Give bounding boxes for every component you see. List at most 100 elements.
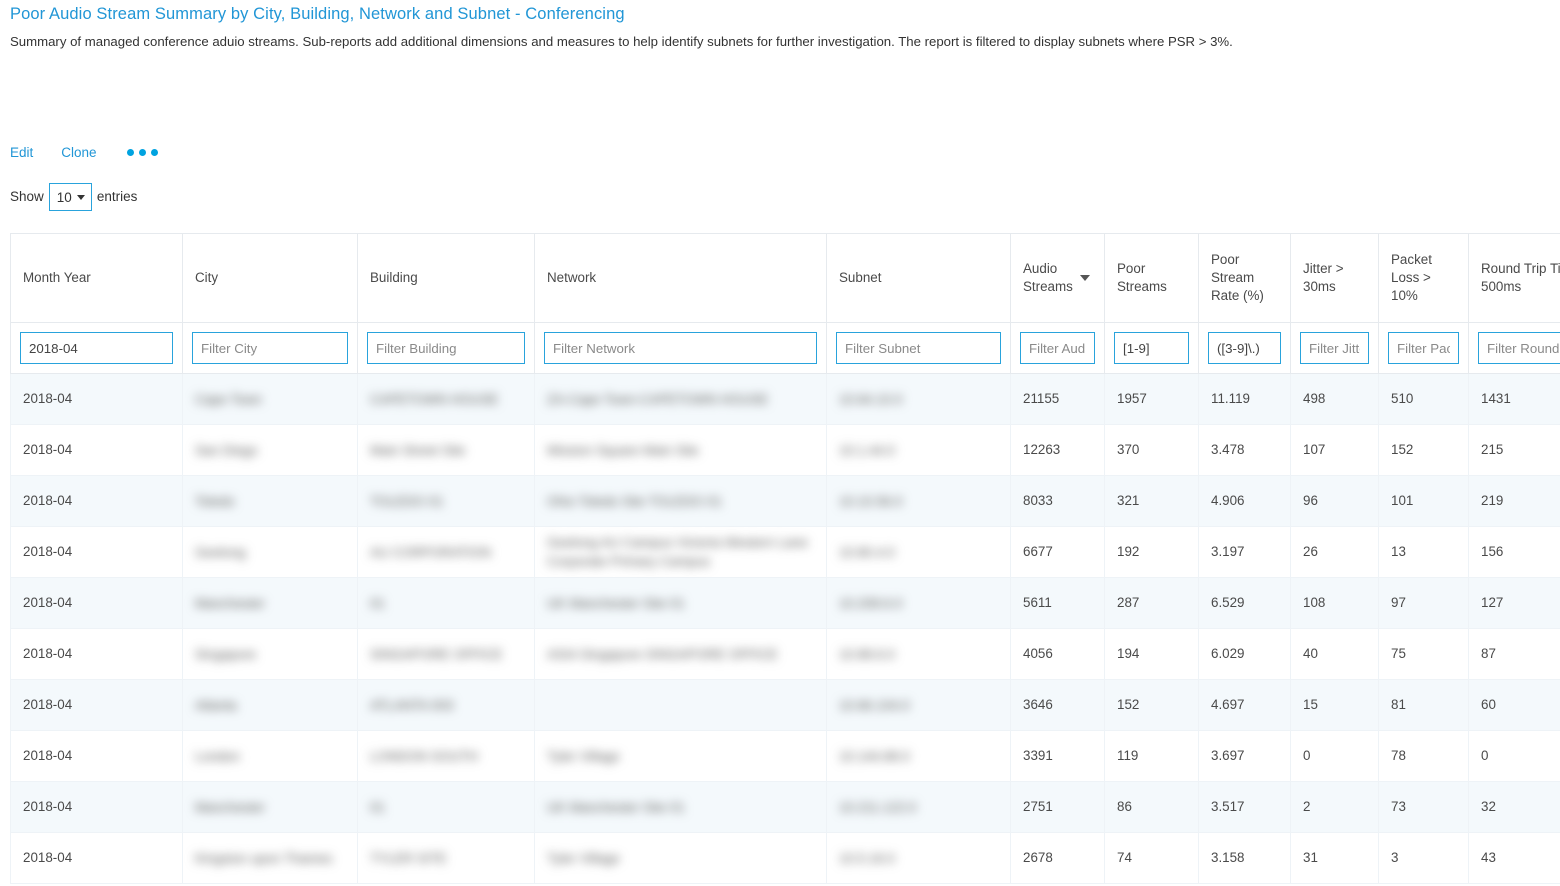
column-header-building[interactable]: Building <box>357 233 535 323</box>
column-header-jitter[interactable]: Jitter > 30ms <box>1290 233 1379 323</box>
entries-per-page-select[interactable]: 10 <box>48 183 92 211</box>
cell-value-month_year: 2018-04 <box>23 544 73 559</box>
cell-audio_streams: 3646 <box>1010 679 1105 731</box>
cell-building: CAPETOWN HOUSE <box>357 373 535 425</box>
cell-building: Main Street Site <box>357 424 535 476</box>
column-header-city[interactable]: City <box>182 233 358 323</box>
cell-value-jitter: 108 <box>1303 595 1326 610</box>
column-filter-row <box>10 322 1560 374</box>
filter-input-jitter[interactable] <box>1300 332 1369 364</box>
cell-value-round_trip_time: 87 <box>1481 646 1496 661</box>
column-header-poor_streams[interactable]: Poor Streams <box>1104 233 1199 323</box>
ellipsis-dot <box>138 148 146 156</box>
table-row[interactable]: 2018-04 San Diego Main Street Site Mission … <box>10 424 1560 476</box>
cell-value-month_year: 2018-04 <box>23 697 73 712</box>
cell-jitter: 31 <box>1290 832 1379 884</box>
table-row[interactable]: 2018-04 Kingston upon Thames TYLER SITE Tyl… <box>10 832 1560 884</box>
table-row[interactable]: 2018-04 Manchester 01 UK Manchester Site 01… <box>10 781 1560 833</box>
cell-value-poor_streams: 194 <box>1117 646 1140 661</box>
filter-input-round_trip_time[interactable] <box>1478 332 1560 364</box>
cell-poor_stream_rate: 6.529 <box>1198 577 1291 629</box>
cell-round_trip_time: 43 <box>1468 832 1560 884</box>
cell-value-jitter: 498 <box>1303 391 1326 406</box>
cell-value-jitter: 40 <box>1303 646 1318 661</box>
cell-value-packet_loss: 78 <box>1391 748 1406 763</box>
cell-city: Manchester <box>182 781 358 833</box>
cell-value-round_trip_time: 43 <box>1481 850 1496 865</box>
column-header-subnet[interactable]: Subnet <box>826 233 1011 323</box>
entries-per-page-value: 10 <box>56 190 72 205</box>
table-row[interactable]: 2018-04 London LONDON SOUTH Tyler Village 10… <box>10 730 1560 782</box>
cell-value-subnet: 10.211.122.0 <box>839 799 917 815</box>
cell-value-poor_streams: 119 <box>1117 748 1139 763</box>
page-title: Poor Audio Stream Summary by City, Build… <box>10 5 625 23</box>
filter-input-subnet[interactable] <box>836 332 1001 364</box>
column-header-network[interactable]: Network <box>534 233 827 323</box>
column-header-label: Building <box>370 270 418 285</box>
cell-jitter: 2 <box>1290 781 1379 833</box>
column-header-month_year[interactable]: Month Year <box>10 233 183 323</box>
cell-poor_streams: 1957 <box>1104 373 1199 425</box>
cell-month_year: 2018-04 <box>10 679 183 731</box>
edit-button[interactable]: Edit <box>10 145 33 160</box>
cell-value-city: London <box>195 748 240 764</box>
cell-value-month_year: 2018-04 <box>23 850 73 865</box>
table-row[interactable]: 2018-04 Manchester 01 UK Manchester Site 01… <box>10 577 1560 629</box>
cell-value-packet_loss: 3 <box>1391 850 1399 865</box>
cell-poor_stream_rate: 3.197 <box>1198 526 1291 578</box>
sort-descending-icon[interactable] <box>1080 275 1090 281</box>
table-row[interactable]: 2018-04 Toledo TOLEDO 01 Ohio Toledo Site T… <box>10 475 1560 527</box>
cell-building: 01 <box>357 781 535 833</box>
cell-poor_streams: 86 <box>1104 781 1199 833</box>
filter-input-poor_stream_rate[interactable] <box>1208 332 1281 364</box>
filter-input-packet_loss[interactable] <box>1388 332 1459 364</box>
cell-building: LONDON SOUTH <box>357 730 535 782</box>
table-row[interactable]: 2018-04 Cape Town CAPETOWN HOUSE ZA-Cape To… <box>10 373 1560 425</box>
column-header-label: Packet Loss > 10% <box>1391 252 1432 303</box>
cell-value-city: Manchester <box>195 595 265 611</box>
table-row[interactable]: 2018-04 Atlanta ATLANTA 003 10.66.104.0 3646… <box>10 679 1560 731</box>
table-row[interactable]: 2018-04 Geelong AU CORPORATION Geelong AU C… <box>10 526 1560 578</box>
cell-poor_stream_rate: 6.029 <box>1198 628 1291 680</box>
filter-input-month_year[interactable] <box>20 332 173 364</box>
filter-cell-jitter <box>1290 322 1379 374</box>
cell-value-subnet: 10.1.44.0 <box>839 442 895 458</box>
cell-value-network: Tyler Village <box>547 748 620 764</box>
cell-poor_streams: 119 <box>1104 730 1199 782</box>
filter-cell-network <box>534 322 827 374</box>
cell-city: Geelong <box>182 526 358 578</box>
filter-input-network[interactable] <box>544 332 817 364</box>
cell-value-poor_stream_rate: 3.697 <box>1211 748 1245 763</box>
cell-value-building: CAPETOWN HOUSE <box>370 391 499 407</box>
cell-value-subnet: 10.88.6.0 <box>839 646 895 662</box>
cell-building: TYLER SITE <box>357 832 535 884</box>
cell-network: ASIA Singapore SINGAPORE OFFICE <box>534 628 827 680</box>
filter-input-city[interactable] <box>192 332 348 364</box>
table-row[interactable]: 2018-04 Singapore SINGAPORE OFFICE ASIA Sin… <box>10 628 1560 680</box>
cell-value-jitter: 26 <box>1303 544 1318 559</box>
cell-audio_streams: 2751 <box>1010 781 1105 833</box>
more-options-icon[interactable] <box>125 145 160 160</box>
filter-input-building[interactable] <box>367 332 525 364</box>
entries-label: entries <box>96 189 138 204</box>
filter-input-poor_streams[interactable] <box>1114 332 1189 364</box>
cell-audio_streams: 4056 <box>1010 628 1105 680</box>
cell-value-poor_streams: 321 <box>1117 493 1140 508</box>
cell-poor_streams: 152 <box>1104 679 1199 731</box>
cell-value-building: TYLER SITE <box>370 850 447 866</box>
cell-round_trip_time: 156 <box>1468 526 1560 578</box>
cell-jitter: 0 <box>1290 730 1379 782</box>
column-header-poor_stream_rate[interactable]: Poor Stream Rate (%) <box>1198 233 1291 323</box>
cell-packet_loss: 97 <box>1378 577 1469 629</box>
column-header-label: Subnet <box>839 270 882 285</box>
column-header-round_trip_time[interactable]: Round Trip Time > 500ms <box>1468 233 1560 323</box>
cell-value-poor_streams: 192 <box>1117 544 1140 559</box>
clone-button[interactable]: Clone <box>61 145 96 160</box>
cell-value-month_year: 2018-04 <box>23 799 73 814</box>
cell-subnet: 10.88.6.0 <box>826 628 1011 680</box>
cell-value-poor_streams: 370 <box>1117 442 1140 457</box>
cell-value-audio_streams: 4056 <box>1023 646 1053 661</box>
column-header-packet_loss[interactable]: Packet Loss > 10% <box>1378 233 1469 323</box>
filter-input-audio_streams[interactable] <box>1020 332 1095 364</box>
column-header-audio_streams[interactable]: Audio Streams <box>1010 233 1105 323</box>
